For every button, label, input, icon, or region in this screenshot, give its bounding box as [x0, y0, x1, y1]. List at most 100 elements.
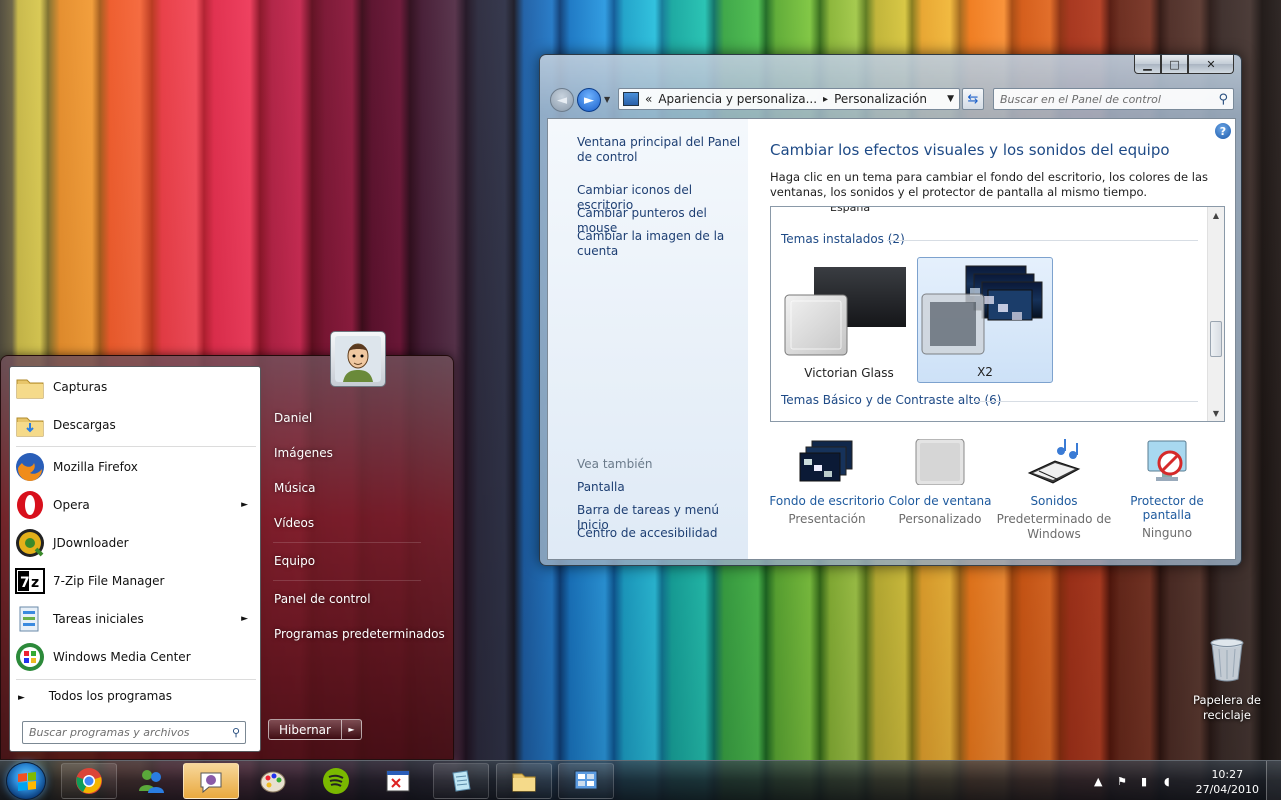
right-item-music[interactable]: Música	[274, 481, 316, 495]
recycle-bin-icon	[1210, 638, 1244, 682]
program-label: Capturas	[53, 380, 108, 394]
taskbar-chrome[interactable]	[61, 763, 117, 799]
link-change-account-picture[interactable]: Cambiar la imagen de la cuenta	[577, 229, 745, 259]
taskbar-cmd[interactable]	[370, 763, 426, 799]
address-bar[interactable]: « Apariencia y personaliza... ▸ Personal…	[618, 88, 960, 110]
see-also-heading: Vea también	[577, 457, 653, 471]
sounds-link[interactable]: Sonidos Predeterminado de Windows	[994, 439, 1114, 542]
start-button[interactable]	[6, 762, 46, 800]
link-control-panel-home[interactable]: Ventana principal del Panel de control	[577, 135, 745, 165]
address-overflow[interactable]: «	[645, 92, 652, 106]
screensaver-link[interactable]: Protector de pantalla Ninguno	[1107, 439, 1227, 541]
scroll-thumb[interactable]	[1210, 321, 1222, 357]
link-ease-of-access[interactable]: Centro de accesibilidad	[577, 526, 745, 541]
taskbar-paint[interactable]	[245, 763, 301, 799]
right-item-control-panel[interactable]: Panel de control	[274, 592, 371, 606]
link-display[interactable]: Pantalla	[577, 480, 745, 495]
x2-preview-icon	[921, 265, 1043, 355]
refresh-button[interactable]: ⇆	[962, 88, 984, 110]
maximize-button[interactable]: □	[1161, 55, 1188, 74]
minimize-button[interactable]: ▁	[1134, 55, 1161, 74]
opera-icon	[17, 491, 43, 519]
program-item-capturas[interactable]: Capturas	[14, 369, 256, 405]
taskbar-pidgin[interactable]	[183, 763, 239, 799]
recycle-bin[interactable]: Papelera de reciclaje	[1189, 637, 1265, 723]
taskbar-spotify[interactable]	[308, 763, 364, 799]
taskbar-explorer[interactable]	[496, 763, 552, 799]
right-item-videos[interactable]: Vídeos	[274, 516, 314, 530]
right-item-computer[interactable]: Equipo	[274, 554, 315, 568]
recycle-bin-label: Papelera de reciclaje	[1193, 693, 1261, 722]
right-item-user[interactable]: Daniel	[274, 411, 312, 425]
window-color-link[interactable]: Color de ventana Personalizado	[880, 438, 1000, 527]
breadcrumb-separator-icon[interactable]: ▸	[823, 94, 828, 105]
program-item-firefox[interactable]: Mozilla Firefox	[14, 449, 256, 485]
submenu-arrow-icon[interactable]: ►	[241, 500, 248, 510]
theme-list-scrollbar[interactable]: ▲ ▼	[1207, 207, 1224, 421]
sounds-label[interactable]: Sonidos	[994, 494, 1114, 508]
folder-icon	[16, 379, 44, 399]
paint-icon	[260, 771, 286, 793]
program-item-descargas[interactable]: Descargas	[14, 407, 256, 443]
theme-x2[interactable]: X2	[917, 257, 1053, 383]
task-pane: Ventana principal del Panel de control C…	[548, 119, 748, 559]
window-color-label[interactable]: Color de ventana	[880, 494, 1000, 508]
breadcrumb-personalization[interactable]: Personalización	[834, 92, 927, 106]
search-input[interactable]: Buscar en el Panel de control ⚲	[993, 88, 1234, 110]
forward-button[interactable]: ►	[577, 88, 601, 112]
svg-text:7: 7	[20, 575, 30, 591]
shutdown-options-icon[interactable]: ►	[341, 719, 362, 740]
clock[interactable]: 10:27 27/04/2010	[1196, 767, 1259, 797]
address-dropdown-icon[interactable]: ▼	[947, 94, 954, 104]
program-label: Tareas iniciales	[53, 612, 144, 626]
basic-themes-heading[interactable]: Temas Básico y de Contraste alto (6)	[781, 393, 1001, 407]
taskbar-messenger[interactable]	[123, 763, 179, 799]
show-desktop-button[interactable]	[1266, 761, 1281, 800]
program-label: Opera	[53, 498, 90, 512]
all-programs-button[interactable]: ► Todos los programas	[18, 689, 172, 703]
program-label: Mozilla Firefox	[53, 460, 138, 474]
program-label: Windows Media Center	[53, 650, 191, 664]
program-item-jdownloader[interactable]: JDownloader	[14, 525, 256, 561]
start-search-placeholder: Buscar programas y archivos	[29, 726, 190, 739]
program-item-media-center[interactable]: Windows Media Center	[14, 639, 256, 675]
theme-victorian-glass[interactable]: Victorian Glass	[781, 257, 917, 383]
desktop-background-label[interactable]: Fondo de escritorio	[767, 494, 887, 508]
program-label: JDownloader	[53, 536, 129, 550]
taskbar-control-panel[interactable]	[558, 763, 614, 799]
volume-icon[interactable]: ◖	[1164, 775, 1170, 788]
program-item-tareas-iniciales[interactable]: Tareas iniciales ►	[14, 601, 256, 637]
screensaver-label[interactable]: Protector de pantalla	[1107, 494, 1227, 522]
help-icon[interactable]: ?	[1215, 123, 1231, 139]
group-divider	[974, 401, 1198, 402]
user-avatar[interactable]	[330, 331, 386, 387]
start-search-input[interactable]: Buscar programas y archivos ⚲	[22, 721, 246, 744]
pinned-divider	[16, 446, 256, 447]
program-item-7zip[interactable]: 7z 7-Zip File Manager	[14, 563, 256, 599]
desktop-background-link[interactable]: Fondo de escritorio Presentación	[767, 439, 887, 527]
installed-themes-heading[interactable]: Temas instalados (2)	[781, 232, 905, 246]
right-item-default-programs[interactable]: Programas predeterminados	[274, 627, 445, 641]
program-item-opera[interactable]: Opera ►	[14, 487, 256, 523]
shutdown-controls: Hibernar ►	[268, 719, 362, 740]
breadcrumb-appearance[interactable]: Apariencia y personaliza...	[658, 92, 817, 106]
hibernate-button[interactable]: Hibernar	[268, 719, 342, 740]
close-button[interactable]: ✕	[1188, 55, 1234, 74]
scroll-down-icon[interactable]: ▼	[1208, 405, 1224, 421]
content-area: Ventana principal del Panel de control C…	[547, 118, 1236, 560]
search-icon[interactable]: ⚲	[232, 726, 240, 739]
scroll-up-icon[interactable]: ▲	[1208, 207, 1224, 223]
back-button[interactable]: ◄	[550, 88, 574, 112]
taskbar-notepad[interactable]	[433, 763, 489, 799]
search-icon[interactable]: ⚲	[1218, 92, 1228, 107]
program-label: Descargas	[53, 418, 116, 432]
right-item-images[interactable]: Imágenes	[274, 446, 333, 460]
desktop-background-value: Presentación	[788, 512, 866, 526]
caption-buttons: ▁ □ ✕	[1134, 55, 1234, 74]
submenu-arrow-icon[interactable]: ►	[241, 614, 248, 624]
action-center-icon[interactable]: ⚑	[1117, 775, 1127, 788]
network-icon[interactable]: ▮	[1141, 775, 1147, 788]
window-color-icon	[915, 438, 965, 486]
recent-pages-chevron-icon[interactable]: ▼	[604, 95, 610, 104]
show-hidden-icons-icon[interactable]: ▲	[1094, 775, 1102, 788]
